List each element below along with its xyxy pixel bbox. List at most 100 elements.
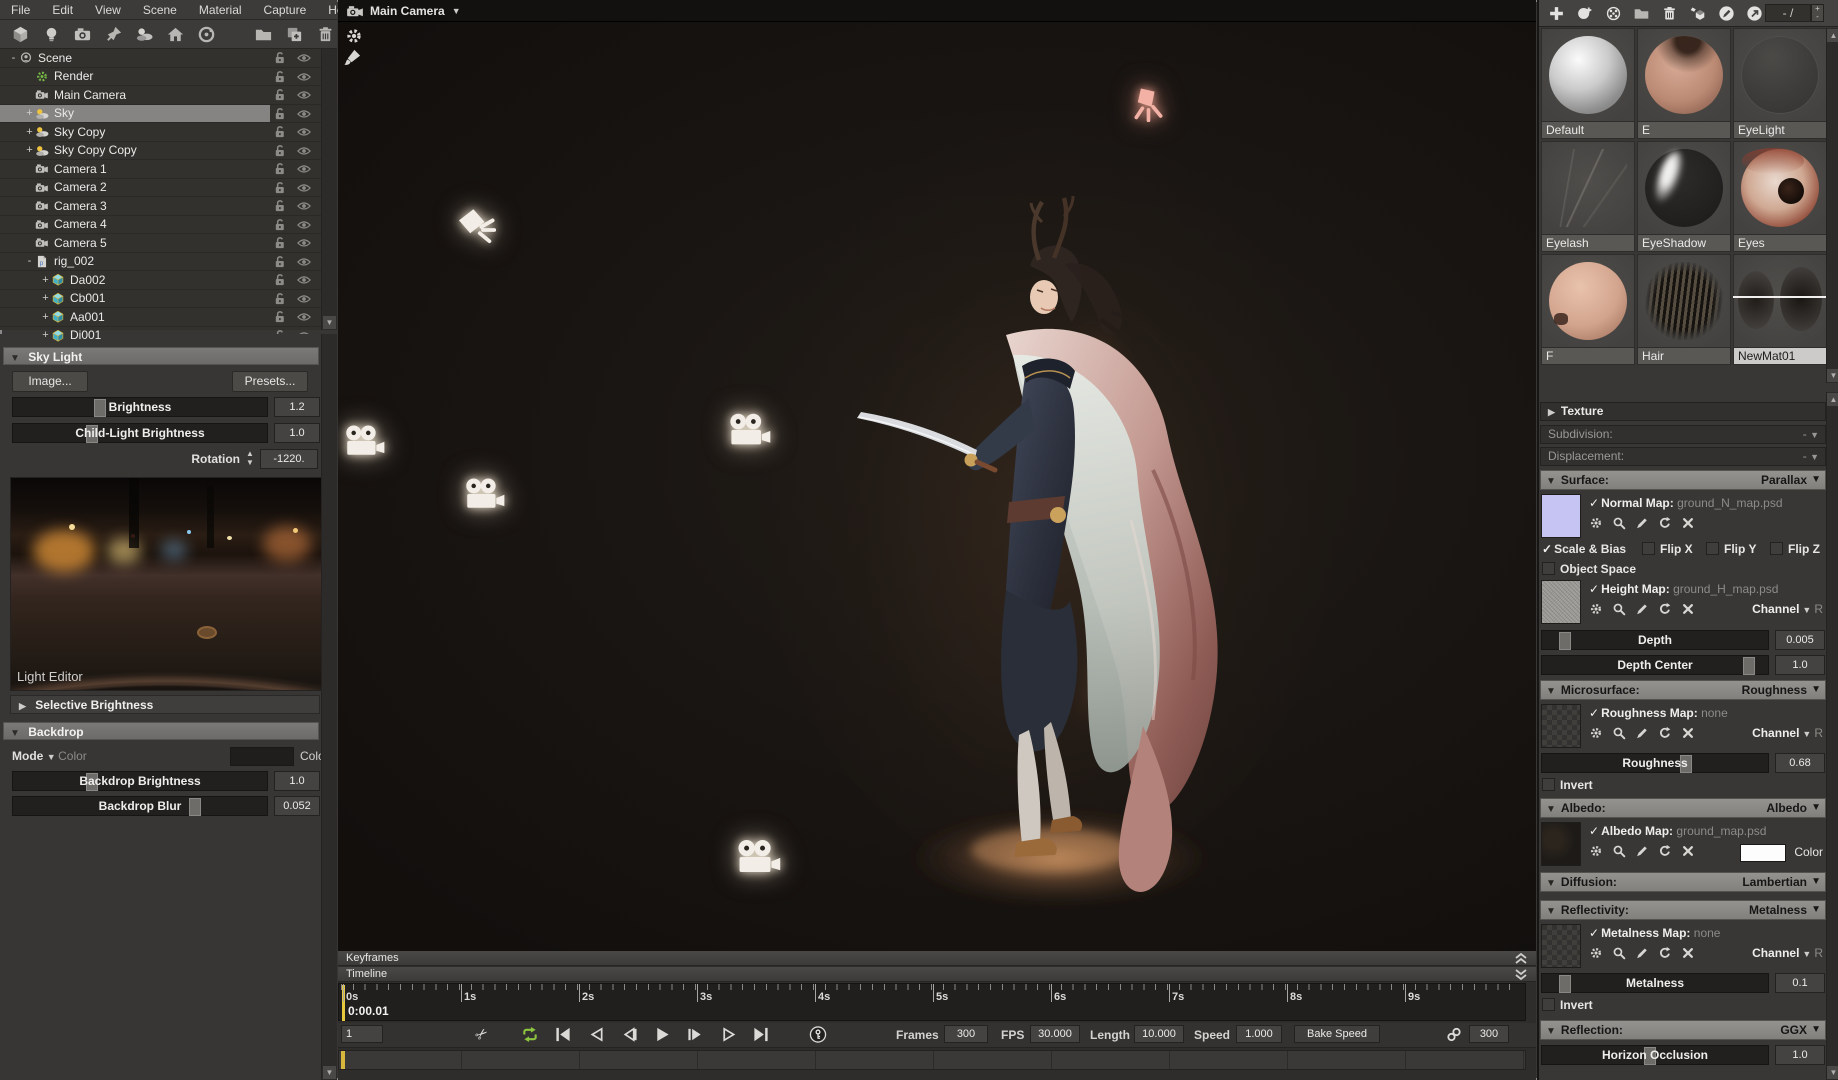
color-swatch[interactable] [1739,844,1786,862]
channel-selector[interactable]: Channel ▼ R [1752,726,1823,740]
transport-step-forward-button[interactable] [685,1026,705,1043]
material-name-label[interactable]: Default [1542,122,1634,138]
reflectivity-section-header[interactable]: ▼ Reflectivity: Metalness ▼ [1540,900,1826,920]
sky-icon[interactable] [133,23,155,45]
slider-value[interactable]: 1.0 [274,771,320,791]
menu-edit[interactable]: Edit [41,3,84,17]
lock-icon[interactable] [273,162,286,175]
material-name-label[interactable]: Hair [1638,348,1730,364]
material-name-label[interactable]: F [1542,348,1634,364]
slider-track[interactable]: Depth [1541,630,1769,650]
scene-tree-scrollbar[interactable]: ▼ [321,49,337,330]
map-settings-gear-icon[interactable] [1589,726,1603,740]
tree-item-camera-5[interactable]: Camera 5 [0,234,321,253]
lock-icon[interactable] [273,273,286,286]
roughness-slider[interactable]: Roughness 0.68 [1541,753,1825,773]
map-remove-icon[interactable] [1681,516,1695,530]
map-edit-pencil-icon[interactable] [1635,726,1649,740]
slider-track[interactable]: Horizon Occlusion [1541,1045,1769,1065]
material-e[interactable]: E [1637,28,1731,139]
bake-speed-button[interactable]: Bake Speed [1294,1025,1380,1043]
map-zoom-icon[interactable] [1612,516,1626,530]
light-editor-panorama[interactable]: Light Editor [10,477,322,691]
slider-track[interactable]: Depth Center [1541,655,1769,675]
flip-x-checkbox[interactable]: Flip X [1642,542,1693,556]
tree-expand-toggle[interactable]: + [24,126,35,138]
texture-thumbnail[interactable] [1541,704,1581,748]
map-remove-icon[interactable] [1681,844,1695,858]
tree-item-sky-copy[interactable]: + Sky Copy [0,123,321,142]
light-icon[interactable] [40,23,62,45]
map-label[interactable]: ✓ Normal Map: ground_N_map.psd [1589,496,1783,510]
transport-skip-start-button[interactable] [553,1026,573,1043]
tree-item-da002[interactable]: + Da002 [0,271,321,290]
cube-icon[interactable] [9,23,31,45]
link-chain-icon[interactable] [1446,1026,1462,1043]
slider-value[interactable]: 0.1 [1775,973,1825,993]
tree-item-rig_002[interactable]: - p rig_002 [0,253,321,271]
tree-expand-toggle[interactable]: + [40,329,51,341]
backdrop-section-header[interactable]: ▼ Backdrop [3,722,319,740]
map-remove-icon[interactable] [1681,602,1695,616]
folder-icon[interactable] [252,23,274,45]
lock-icon[interactable] [273,51,286,64]
camera-gizmo-icon[interactable] [728,412,772,448]
length-value[interactable]: 10.000 [1134,1025,1184,1043]
sphere-add-icon[interactable] [1574,3,1595,23]
depth-center-slider[interactable]: Depth Center 1.0 [1541,655,1825,675]
map-reload-icon[interactable] [1658,844,1672,858]
map-reload-icon[interactable] [1658,516,1672,530]
transport-reverse-play-button[interactable] [586,1026,606,1043]
duplicate-icon[interactable] [283,23,305,45]
rotation-stepper[interactable]: ▲ ▼ [244,449,256,467]
tree-expand-toggle[interactable]: + [24,144,35,156]
object-space-checkbox[interactable]: Object Space [1542,562,1636,576]
transport-loop-button[interactable] [520,1026,540,1043]
tree-expand-toggle[interactable]: + [24,107,35,119]
visibility-eye-icon[interactable] [297,237,311,248]
pin-icon[interactable] [102,23,124,45]
tree-item-cb001[interactable]: + Cb001 [0,290,321,308]
reflection-mode-dropdown[interactable]: GGX [1780,1021,1807,1039]
material-preview[interactable] [1542,142,1634,234]
visibility-eye-icon[interactable] [297,71,311,82]
cube-material-icon[interactable] [1687,3,1708,23]
lock-icon[interactable] [273,292,286,305]
visibility-eye-icon[interactable] [297,126,311,137]
horizon-occlusion-slider[interactable]: Horizon Occlusion 1.0 [1541,1045,1825,1065]
map-edit-pencil-icon[interactable] [1635,602,1649,616]
image-button[interactable]: Image... [12,371,88,392]
material-properties-scrollbar[interactable]: ▲ ▼ [1826,392,1838,1080]
backdrop-blur-slider[interactable]: Backdrop Blur 0.052 [12,796,320,816]
visibility-eye-icon[interactable] [297,108,311,119]
material-preview[interactable] [1638,29,1730,121]
slider-value[interactable]: 1.0 [1775,655,1825,675]
menu-file[interactable]: File [0,3,41,17]
visibility-eye-icon[interactable] [297,163,311,174]
map-reload-icon[interactable] [1658,946,1672,960]
map-label[interactable]: ✓ Height Map: ground_H_map.psd [1589,582,1778,596]
3d-viewport[interactable]: Main Camera ▼ [338,0,1536,951]
lock-icon[interactable] [273,88,286,101]
material-name-label[interactable]: NewMat01 [1734,348,1826,364]
slider-track[interactable]: Brightness [12,397,268,417]
roughness-invert-checkbox[interactable]: Invert [1542,778,1593,792]
metalness-slider[interactable]: Metalness 0.1 [1541,973,1825,993]
texture-thumbnail[interactable] [1541,580,1581,624]
microsurface-mode-dropdown[interactable]: Roughness [1742,681,1807,699]
menu-scene[interactable]: Scene [132,3,188,17]
map-remove-icon[interactable] [1681,946,1695,960]
material-name-label[interactable]: EyeShadow [1638,235,1730,251]
visibility-eye-icon[interactable] [297,200,311,211]
microsurface-section-header[interactable]: ▼ Microsurface: Roughness ▼ [1540,680,1826,700]
texture-thumbnail[interactable] [1541,822,1581,866]
tree-item-camera-4[interactable]: Camera 4 [0,216,321,234]
pencil-circle-icon[interactable] [1716,3,1737,23]
checker-sphere-icon[interactable] [1603,3,1624,23]
backdrop-brightness-slider[interactable]: Backdrop Brightness 1.0 [12,771,320,791]
slider-value[interactable]: 1.0 [274,423,320,443]
visibility-eye-icon[interactable] [297,219,311,230]
map-settings-gear-icon[interactable] [1589,844,1603,858]
camera-gizmo-icon[interactable] [736,838,782,876]
presets-button[interactable]: Presets... [232,371,308,392]
